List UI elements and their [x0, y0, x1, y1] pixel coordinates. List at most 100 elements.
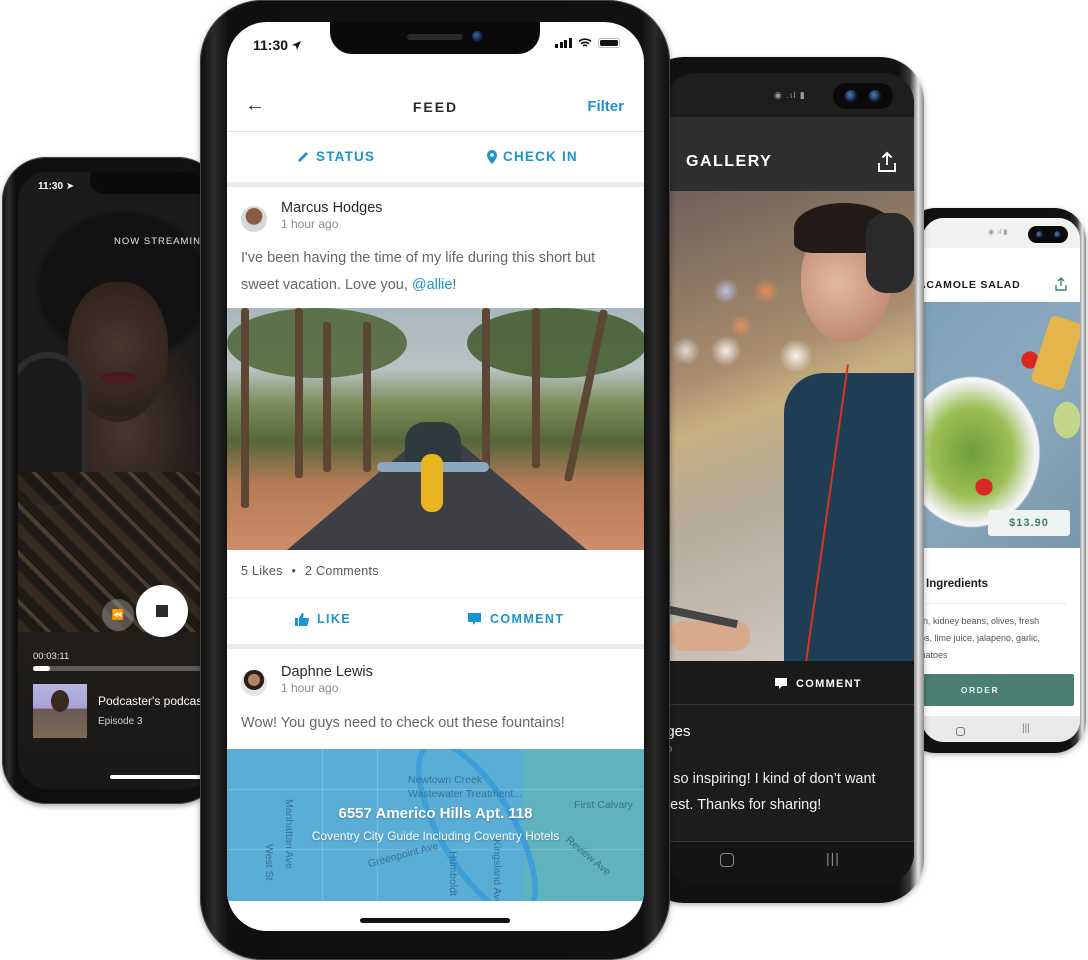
comment-button[interactable]: COMMENT — [467, 612, 564, 626]
ingredients-line: on, kidney beans, olives, fresh — [922, 616, 1040, 626]
gallery-screen: ◉ .ıl ▮ GALLERY COMMENT dges go s so ins… — [666, 73, 914, 883]
wifi-signal-battery-icons: ◉ .ıl ▮ — [774, 90, 806, 100]
android-nav-bar — [666, 841, 914, 883]
podcast-screen: 11:30 ➤ NOW STREAMING ⏪ 00:03:11 Podcast… — [18, 172, 214, 789]
comment-icon — [468, 613, 481, 625]
rewind-icon: ⏪ — [111, 609, 125, 621]
status-time: 11:30 — [253, 37, 302, 53]
photo-palm — [482, 308, 490, 468]
post-author[interactable]: Daphne Lewis — [281, 664, 373, 680]
post-header: Daphne Lewis 1 hour ago — [241, 664, 373, 696]
photo-palm — [363, 322, 371, 472]
feed-phone: 11:30 ← FEED Filter STATUS CHECK IN Marc… — [200, 0, 670, 960]
page-title: FEED — [412, 99, 459, 115]
photo-palm — [323, 322, 331, 472]
location-arrow-icon — [292, 40, 302, 50]
camera-cutout — [1028, 226, 1068, 243]
progress-fill — [33, 666, 51, 671]
home-indicator[interactable] — [110, 775, 214, 779]
post-body: Wow! You guys need to check out these fo… — [241, 715, 565, 731]
location-map[interactable]: Newtown Creek Wastewater Treatment... Fi… — [227, 749, 644, 901]
photo-trees — [227, 308, 407, 378]
photo-palm — [295, 308, 303, 478]
comment-label: COMMENT — [490, 612, 565, 626]
share-icon[interactable] — [1053, 276, 1069, 292]
map-subtitle: Coventry City Guide Including Coventry H… — [311, 829, 560, 843]
likes-count[interactable]: 5 Likes — [241, 564, 283, 578]
like-label: LIKE — [317, 612, 352, 626]
order-button[interactable]: ORDER — [922, 674, 1074, 706]
map-address: 6557 Americo Hills Apt. 118 — [338, 805, 533, 822]
map-park — [524, 749, 644, 901]
recipe-phone: ◉ .ıl ▮ ACAMOLE SALAD $13.90 Ingredients… — [904, 208, 1086, 753]
section-divider — [227, 182, 644, 187]
signal-icon — [555, 38, 572, 48]
home-indicator[interactable] — [360, 918, 510, 923]
camera-cutout — [833, 83, 893, 109]
headphones-image — [866, 213, 914, 293]
status-label: STATUS — [316, 149, 376, 164]
comment-body-line: s so inspiring! I kind of don’t want — [666, 771, 876, 787]
comment-icon — [775, 678, 787, 689]
home-nav-button[interactable] — [956, 727, 965, 736]
ingredients-line: los, lime juice, jalapeno, garlic, — [922, 633, 1041, 643]
episode-label: Episode 3 — [98, 716, 143, 727]
recents-nav-button[interactable]: ||| — [826, 850, 840, 866]
check-in-label: CHECK IN — [503, 149, 578, 164]
check-in-button[interactable]: CHECK IN — [487, 149, 578, 164]
post-time: 1 hour ago — [281, 217, 339, 231]
comment-button[interactable]: COMMENT — [774, 677, 862, 690]
thumbs-up-icon — [295, 612, 309, 626]
price-badge: $13.90 — [988, 510, 1070, 536]
post-author[interactable]: Marcus Hodges — [281, 200, 383, 216]
photo-palm — [532, 308, 540, 468]
stop-icon — [156, 605, 168, 617]
android-nav-bar — [922, 716, 1080, 742]
wifi-signal-battery-icons: ◉ .ıl ▮ — [988, 229, 1008, 236]
divider — [926, 603, 1066, 604]
map-road — [322, 749, 323, 901]
ingredients-heading: Ingredients — [926, 578, 988, 590]
battery-icon — [597, 38, 620, 48]
mention-link[interactable]: @allie — [412, 277, 453, 293]
comment-body-line: nest. Thanks for sharing! — [666, 797, 822, 813]
map-label: Wastewater Treatment... — [408, 788, 522, 800]
map-label: Kingsland Ave — [491, 839, 503, 901]
rewind-button[interactable]: ⏪ — [102, 599, 134, 631]
recents-nav-button[interactable]: ||| — [1022, 723, 1030, 734]
photo-subject-hand — [670, 621, 750, 651]
status-button[interactable]: STATUS — [297, 149, 375, 164]
podcast-thumbnail[interactable] — [33, 684, 87, 738]
streamer-photo-detail — [100, 372, 136, 384]
podcast-title: Podcaster's podcast — [98, 694, 206, 708]
comment-label: COMMENT — [796, 677, 862, 690]
stop-button[interactable] — [136, 585, 188, 637]
progress-slider[interactable] — [33, 666, 214, 671]
gallery-title: GALLERY — [686, 153, 773, 170]
location-arrow-icon: ➤ — [65, 181, 75, 192]
share-icon[interactable] — [876, 151, 898, 173]
filter-button[interactable]: Filter — [587, 98, 624, 115]
map-road — [377, 749, 378, 901]
notch — [90, 172, 214, 194]
post-header: Marcus Hodges 1 hour ago — [241, 200, 383, 232]
elapsed-time: 00:03:11 — [33, 651, 70, 662]
comments-count[interactable]: 2 Comments — [305, 564, 379, 578]
pencil-icon — [298, 152, 308, 162]
home-nav-button[interactable] — [720, 853, 734, 867]
post-text-end: ! — [452, 277, 457, 293]
bullet-separator: • — [291, 564, 297, 578]
now-streaming-label: NOW STREAMING — [114, 236, 210, 247]
wifi-icon — [577, 38, 592, 47]
status-time-text: 11:30 — [38, 181, 64, 192]
map-label: Newtown Creek — [408, 774, 483, 786]
post-stats: 5 Likes • 2 Comments — [241, 564, 379, 578]
divider — [227, 597, 644, 598]
status-icons — [555, 38, 620, 48]
avatar[interactable] — [241, 206, 267, 232]
photo-subject-body — [784, 373, 914, 673]
recipe-screen: ◉ .ıl ▮ ACAMOLE SALAD $13.90 Ingredients… — [922, 218, 1080, 742]
gallery-phone: ◉ .ıl ▮ GALLERY COMMENT dges go s so ins… — [640, 57, 924, 903]
like-button[interactable]: LIKE — [295, 612, 351, 626]
avatar[interactable] — [241, 670, 267, 696]
